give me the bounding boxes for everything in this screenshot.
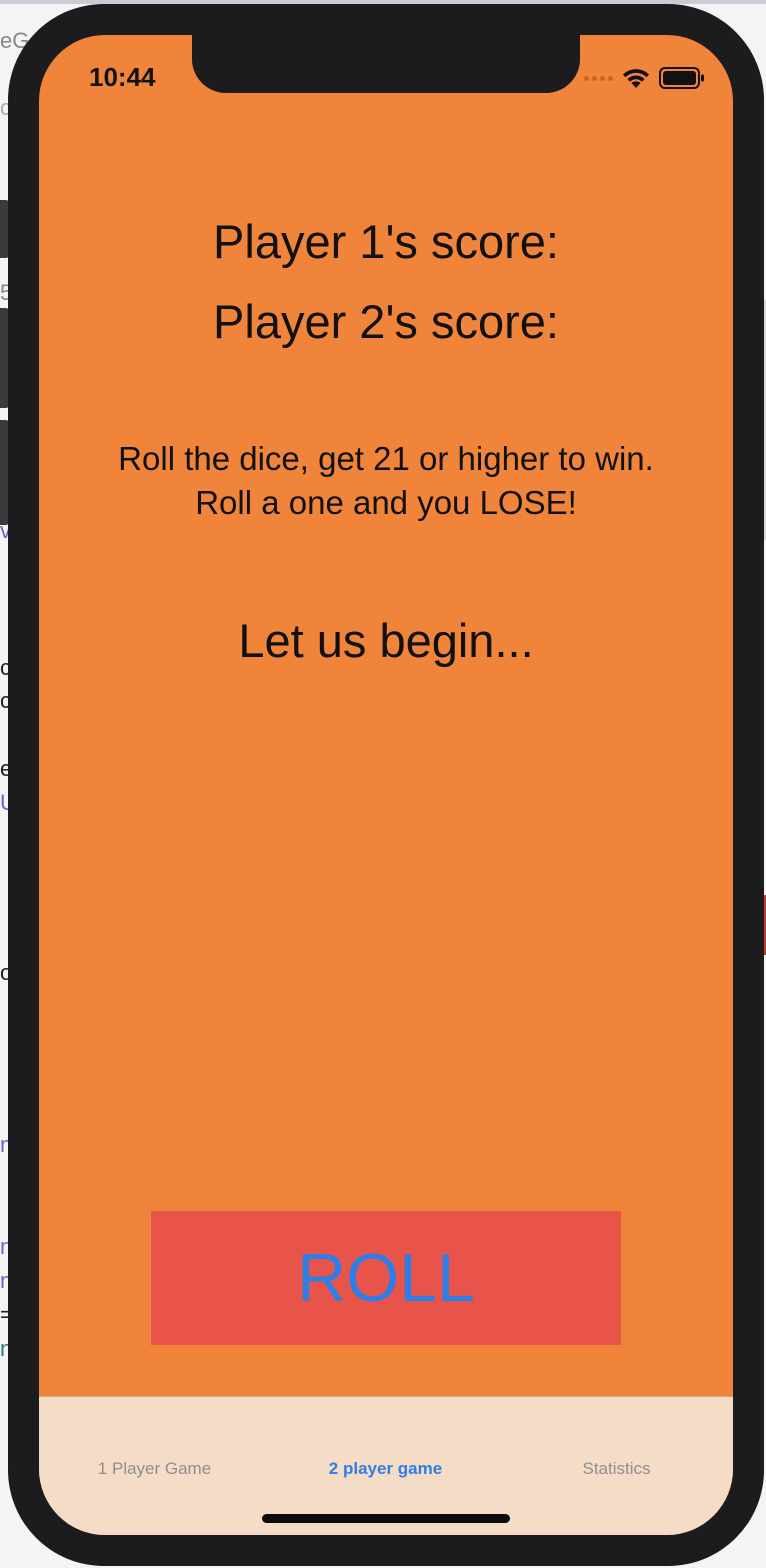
phone-frame: 10:44 Player 1's score: Player 2's score…	[8, 4, 764, 1566]
tab-2-player-game[interactable]: 2 player game	[270, 1459, 501, 1479]
device-notch	[192, 35, 580, 93]
signal-dots-icon	[584, 75, 613, 81]
rules-line: Roll a one and you LOSE!	[195, 484, 577, 521]
status-message: Let us begin...	[238, 614, 534, 667]
tab-statistics[interactable]: Statistics	[501, 1459, 732, 1479]
home-indicator[interactable]	[262, 1514, 510, 1523]
rules-line: Roll the dice, get 21 or higher to win.	[118, 440, 654, 477]
roll-button[interactable]: ROLL	[151, 1211, 621, 1345]
status-icons	[584, 65, 705, 91]
battery-icon	[659, 67, 704, 89]
wifi-icon	[623, 69, 649, 88]
rules-text: Roll the dice, get 21 or higher to win. …	[39, 437, 733, 525]
status-time: 10:44	[89, 62, 156, 92]
player2-score-label: Player 2's score:	[213, 295, 559, 348]
player1-score-label: Player 1's score:	[213, 215, 559, 268]
app-screen: 10:44 Player 1's score: Player 2's score…	[39, 35, 733, 1535]
tab-1-player-game[interactable]: 1 Player Game	[39, 1459, 270, 1479]
